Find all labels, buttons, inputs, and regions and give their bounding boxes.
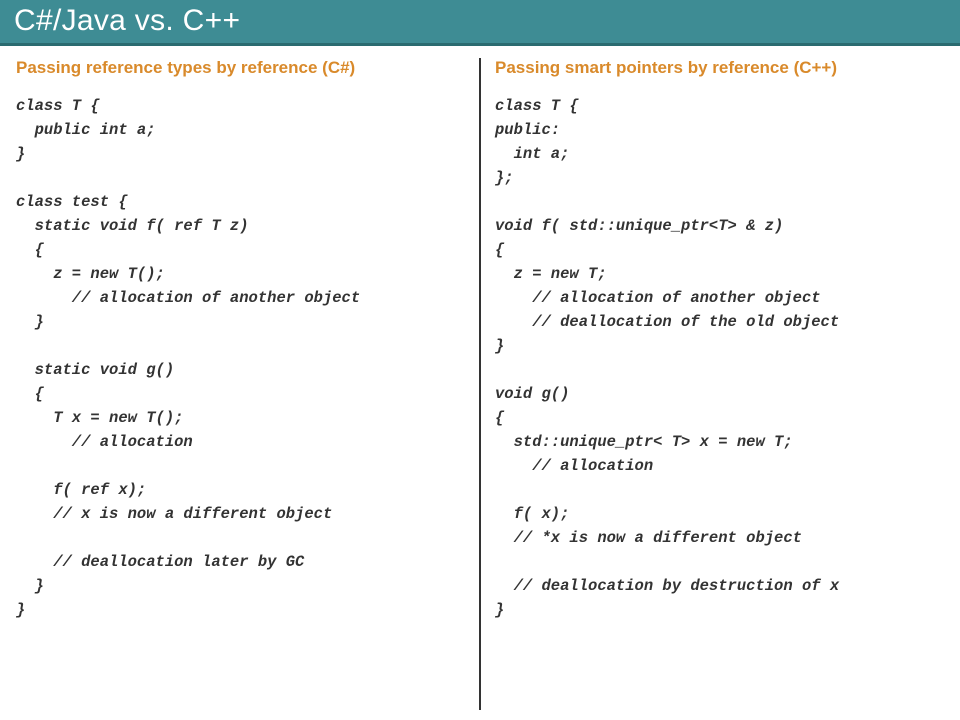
right-code-block: class T { public: int a; }; void f( std:… [495,94,944,622]
left-column: Passing reference types by reference (C#… [16,58,479,710]
slide-content: Passing reference types by reference (C#… [0,46,960,718]
right-heading: Passing smart pointers by reference (C++… [495,58,944,78]
right-column: Passing smart pointers by reference (C++… [481,58,944,710]
slide-title: C#/Java vs. C++ [0,0,960,46]
left-heading: Passing reference types by reference (C#… [16,58,465,78]
left-code-block: class T { public int a; } class test { s… [16,94,465,622]
